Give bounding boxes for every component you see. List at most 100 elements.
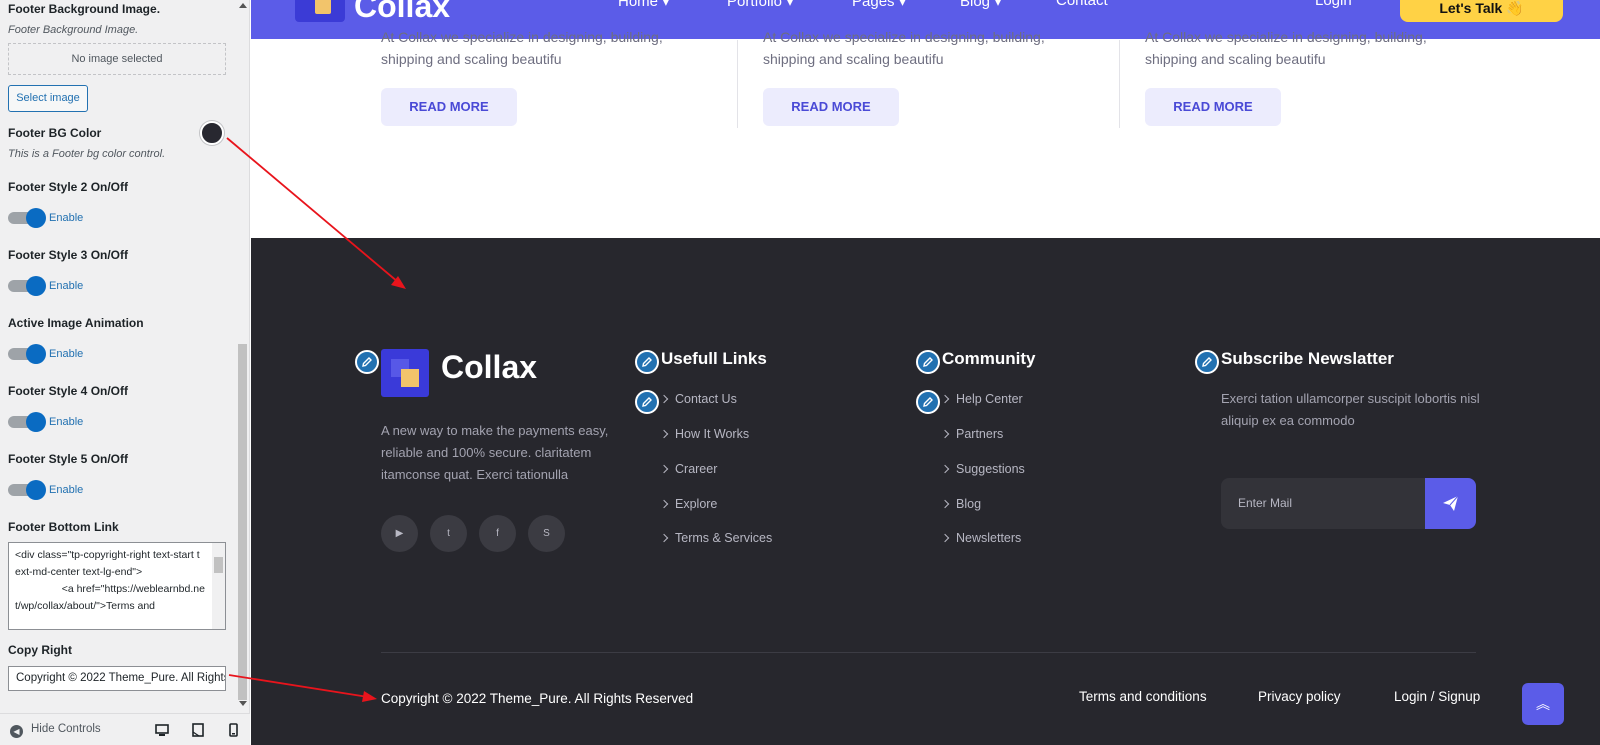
copyright-input[interactable]: Copyright © 2022 Theme_Pure. All Rights … — [8, 666, 226, 691]
link-label: Crareer — [675, 462, 718, 476]
toggle-title-style3: Footer Style 3 On/Off — [8, 248, 129, 262]
textarea-scroll-thumb[interactable] — [214, 557, 223, 573]
read-more-button[interactable]: READ MORE — [381, 88, 517, 126]
chevron-right-icon — [659, 429, 669, 439]
read-more-button[interactable]: READ MORE — [763, 88, 899, 126]
newsletter-heading: Subscribe Newslatter — [1221, 349, 1394, 368]
color-picker-swatch[interactable] — [200, 121, 224, 145]
toggle-label: Enable — [49, 416, 84, 428]
image-animation-toggle[interactable] — [8, 344, 46, 364]
toggle-label: Enable — [49, 484, 84, 496]
login-signup-link[interactable]: Login / Signup — [1394, 689, 1480, 704]
footer-link[interactable]: Suggestions — [940, 462, 1025, 476]
edit-shortcut-pencil-icon[interactable] — [635, 350, 659, 374]
toggle-knob — [26, 276, 46, 296]
copyright-text: Copyright © 2022 Theme_Pure. All Rights … — [381, 691, 694, 706]
footer-link[interactable]: How It Works — [659, 427, 749, 441]
chevron-right-icon — [940, 429, 950, 439]
toggle-title-animation: Active Image Animation — [8, 316, 144, 330]
youtube-icon[interactable]: ▶ — [381, 515, 418, 552]
hide-controls-button[interactable]: ◀ Hide Controls — [10, 723, 101, 738]
link-label: Blog — [956, 497, 982, 511]
link-label: Help Center — [956, 392, 1023, 406]
card-text: At Collax we specialize in designing, bu… — [1145, 29, 1427, 67]
tablet-preview-icon[interactable] — [191, 723, 205, 737]
toggle-knob — [26, 344, 46, 364]
footer-about-text: A new way to make the payments easy, rel… — [381, 423, 609, 482]
desktop-preview-icon[interactable] — [155, 723, 169, 737]
chevron-right-icon — [940, 499, 950, 509]
edit-shortcut-pencil-icon[interactable] — [355, 350, 379, 374]
scroll-to-top-button[interactable]: ︽ — [1522, 683, 1564, 725]
chevron-right-icon — [659, 533, 669, 543]
toggle-title-style2: Footer Style 2 On/Off — [8, 180, 129, 194]
read-more-button[interactable]: READ MORE — [1145, 88, 1281, 126]
footer-bg-image-desc: Footer Background Image. — [8, 24, 139, 36]
footer-style2-toggle[interactable] — [8, 208, 46, 228]
footer-link[interactable]: Explore — [659, 497, 717, 511]
header-brand[interactable]: Collax — [354, 0, 450, 25]
twitter-icon[interactable]: t — [430, 515, 467, 552]
footer-bottom-link-textarea[interactable]: <div class="tp-copyright-right text-star… — [8, 542, 226, 630]
nav-blog[interactable]: Blog ▾ — [960, 0, 1002, 10]
textarea-scrollbar[interactable] — [212, 543, 225, 629]
image-placeholder: No image selected — [8, 43, 226, 75]
footer-link[interactable]: Partners — [940, 427, 1004, 441]
textarea-content: <div class="tp-copyright-right text-star… — [15, 549, 205, 612]
lets-talk-button[interactable]: Let's Talk 👋 — [1400, 0, 1563, 22]
footer-style5-toggle[interactable] — [8, 480, 46, 500]
scroll-down-arrow-icon[interactable] — [239, 701, 247, 706]
panel-scroll-thumb[interactable] — [238, 344, 247, 700]
card-divider — [1119, 40, 1120, 128]
footer-style4-toggle[interactable] — [8, 412, 46, 432]
toggle-label: Enable — [49, 212, 84, 224]
toggle-title-style4: Footer Style 4 On/Off — [8, 384, 129, 398]
edit-shortcut-pencil-icon[interactable] — [1195, 350, 1219, 374]
subscribe-button[interactable] — [1425, 478, 1476, 529]
footer-bg-color-title: Footer BG Color — [8, 126, 102, 140]
footer-link[interactable]: Blog — [940, 497, 982, 511]
nav-home[interactable]: Home ▾ — [618, 0, 670, 10]
login-link[interactable]: Login — [1315, 0, 1352, 9]
skype-icon[interactable]: S — [528, 515, 565, 552]
nav-pages[interactable]: Pages ▾ — [852, 0, 906, 10]
toggle-knob — [26, 412, 46, 432]
card-text: At Collax we specialize in designing, bu… — [381, 29, 663, 67]
facebook-icon[interactable]: f — [479, 515, 516, 552]
edit-shortcut-pencil-icon[interactable] — [916, 390, 940, 414]
footer-logo-icon[interactable] — [381, 349, 429, 397]
footer-bg-color-desc: This is a Footer bg color control. — [8, 148, 166, 160]
customizer-controls: Footer Background Image. Footer Backgrou… — [0, 0, 236, 713]
link-label: Partners — [956, 427, 1004, 441]
chevron-right-icon — [659, 464, 669, 474]
footer-link[interactable]: Terms & Services — [659, 531, 772, 545]
collapse-icon: ◀ — [10, 725, 23, 738]
nav-portfolio[interactable]: Portfolio ▾ — [727, 0, 794, 10]
mobile-preview-icon[interactable] — [226, 723, 240, 737]
scroll-up-arrow-icon[interactable] — [239, 3, 247, 8]
edit-shortcut-pencil-icon[interactable] — [916, 350, 940, 374]
newsletter-text: Exerci tation ullamcorper suscipit lobor… — [1221, 391, 1480, 428]
double-chevron-up-icon: ︽ — [1536, 696, 1550, 712]
header-logo-icon[interactable] — [295, 0, 345, 22]
edit-shortcut-pencil-icon[interactable] — [635, 390, 659, 414]
select-image-button[interactable]: Select image — [8, 85, 88, 112]
chevron-right-icon — [659, 499, 669, 509]
privacy-link[interactable]: Privacy policy — [1258, 689, 1341, 704]
footer-link[interactable]: Crareer — [659, 462, 718, 476]
nav-contact[interactable]: Contact — [1056, 0, 1108, 9]
footer-link[interactable]: Newsletters — [940, 531, 1021, 545]
email-input[interactable]: Enter Mail — [1221, 478, 1425, 529]
chevron-right-icon — [940, 464, 950, 474]
footer-link[interactable]: Help Center — [940, 392, 1023, 406]
footer-style3-toggle[interactable] — [8, 276, 46, 296]
site-preview: Collax Home ▾ Portfolio ▾ Pages ▾ Blog ▾… — [251, 0, 1600, 745]
chevron-right-icon — [940, 394, 950, 404]
footer-link[interactable]: Contact Us — [659, 392, 737, 406]
footer-brand[interactable]: Collax — [441, 349, 537, 386]
link-label: Suggestions — [956, 462, 1025, 476]
footer-bg-image-title: Footer Background Image. — [8, 2, 161, 16]
copy-right-title: Copy Right — [8, 643, 72, 657]
terms-link[interactable]: Terms and conditions — [1079, 689, 1207, 704]
panel-scrollbar[interactable] — [236, 0, 249, 713]
